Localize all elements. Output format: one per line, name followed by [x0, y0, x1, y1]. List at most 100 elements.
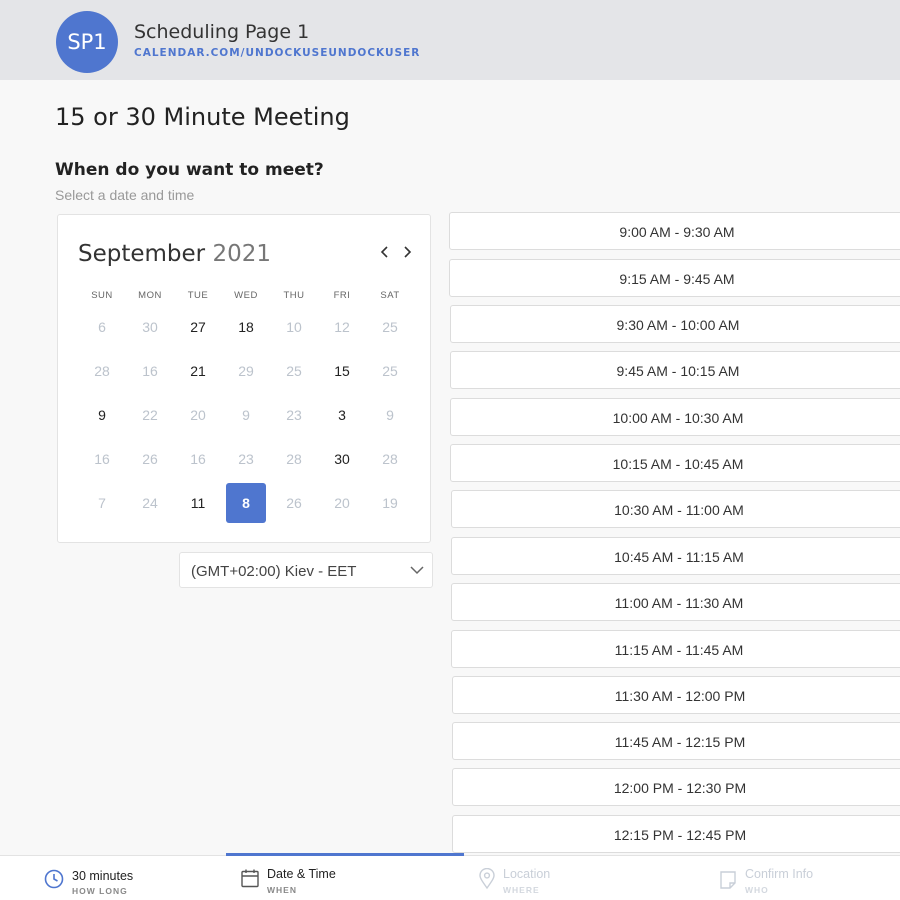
calendar-day-unavailable: 23 — [222, 437, 270, 481]
calendar-day-number: 20 — [334, 495, 350, 511]
select-date-subtitle: Select a date and time — [55, 187, 195, 203]
time-slot-button[interactable]: 11:15 AM - 11:45 AM — [451, 630, 900, 668]
time-slot-label: 9:45 AM - 10:15 AM — [616, 363, 740, 379]
timezone-value: (GMT+02:00) Kiev - EET — [191, 563, 357, 580]
time-slot-button[interactable]: 10:00 AM - 10:30 AM — [450, 398, 900, 436]
calendar-day-number: 3 — [338, 407, 346, 423]
chevron-left-icon — [380, 246, 388, 258]
calendar-day-number: 11 — [190, 495, 206, 511]
calendar-day-number: 9 — [386, 407, 394, 423]
time-slot-label: 11:00 AM - 11:30 AM — [614, 595, 744, 611]
step-confirm-info-label: Confirm Info — [745, 867, 814, 881]
calendar-day-number: 28 — [286, 451, 302, 467]
calendar-day-number: 20 — [190, 407, 206, 423]
calendar-day-selected[interactable]: 8 — [222, 481, 270, 525]
time-slot-label: 11:45 AM - 12:15 PM — [614, 734, 746, 750]
calendar-day-unavailable: 24 — [126, 481, 174, 525]
time-slot-label: 10:30 AM - 11:00 AM — [614, 502, 744, 518]
calendar-day-unavailable: 16 — [174, 437, 222, 481]
time-slot-button[interactable]: 12:15 PM - 12:45 PM — [452, 815, 900, 853]
scheduling-page-url[interactable]: CALENDAR.COM/UNDOCKUSEUNDOCKUSER — [134, 47, 420, 59]
calendar-day-available[interactable]: 30 — [318, 437, 366, 481]
calendar-day-available[interactable]: 18 — [222, 305, 270, 349]
step-location-sub: WHERE — [503, 885, 540, 895]
calendar-day-number: 25 — [286, 363, 302, 379]
calendar-day-unavailable: 25 — [270, 349, 318, 393]
time-slot-button[interactable]: 11:45 AM - 12:15 PM — [452, 722, 900, 760]
time-slot-button[interactable]: 9:00 AM - 9:30 AM — [449, 212, 900, 250]
clock-icon — [44, 869, 64, 889]
calendar-day-number: 7 — [98, 495, 106, 511]
calendar-day-number: 27 — [190, 319, 206, 335]
note-icon — [720, 871, 736, 889]
time-slot-button[interactable]: 10:45 AM - 11:15 AM — [451, 537, 900, 575]
time-slot-label: 9:15 AM - 9:45 AM — [619, 271, 735, 287]
calendar-day-number: 6 — [98, 319, 106, 335]
next-month-button[interactable] — [398, 243, 416, 261]
meeting-title: 15 or 30 Minute Meeting — [55, 103, 350, 131]
calendar-day-available[interactable]: 21 — [174, 349, 222, 393]
weekday-header: TUE — [187, 289, 209, 301]
calendar-day-number: 8 — [226, 483, 266, 523]
calendar-day-grid: SUN MON TUE WED THU FRI SAT 6 30 27 18 10 12 25 28 16 21… — [78, 285, 414, 525]
calendar-day-unavailable: 25 — [366, 305, 414, 349]
progress-steps-bar: 30 minutes HOW LONG Date & Time WHEN Loc… — [0, 853, 900, 900]
calendar-day-number: 29 — [238, 363, 254, 379]
date-picker-calendar: September 2021 SUN MON TUE WED THU FRI SAT 6 30 2… — [57, 214, 431, 543]
time-slot-label: 12:00 PM - 12:30 PM — [613, 780, 747, 796]
previous-month-button[interactable] — [376, 243, 394, 261]
calendar-month-name: September — [78, 241, 206, 267]
calendar-day-unavailable: 22 — [126, 393, 174, 437]
calendar-day-available[interactable]: 27 — [174, 305, 222, 349]
time-slot-label: 10:45 AM - 11:15 AM — [614, 549, 744, 565]
calendar-day-unavailable: 28 — [270, 437, 318, 481]
time-slot-button[interactable]: 10:30 AM - 11:00 AM — [451, 490, 900, 528]
weekday-header: THU — [283, 289, 305, 301]
calendar-day-unavailable: 26 — [270, 481, 318, 525]
calendar-day-available[interactable]: 15 — [318, 349, 366, 393]
calendar-day-number: 25 — [382, 363, 398, 379]
calendar-day-unavailable: 20 — [318, 481, 366, 525]
calendar-day-unavailable: 20 — [174, 393, 222, 437]
time-slot-button[interactable]: 9:45 AM - 10:15 AM — [450, 351, 900, 389]
calendar-day-number: 25 — [382, 319, 398, 335]
time-slot-button[interactable]: 12:00 PM - 12:30 PM — [452, 768, 900, 806]
step-location-label: Location — [503, 867, 551, 881]
timezone-select[interactable]: (GMT+02:00) Kiev - EET — [179, 552, 433, 588]
calendar-day-number: 24 — [142, 495, 158, 511]
calendar-day-number: 16 — [142, 363, 158, 379]
scheduling-page-name: Scheduling Page 1 — [134, 21, 310, 43]
calendar-day-available[interactable]: 3 — [318, 393, 366, 437]
step-duration-label: 30 minutes — [72, 869, 134, 883]
calendar-day-number: 18 — [238, 319, 254, 335]
weekday-header: FRI — [333, 289, 351, 301]
calendar-day-unavailable: 16 — [126, 349, 174, 393]
time-slot-button[interactable]: 11:30 AM - 12:00 PM — [452, 676, 900, 714]
calendar-day-available[interactable]: 9 — [78, 393, 126, 437]
calendar-icon — [241, 869, 259, 888]
calendar-day-unavailable: 9 — [222, 393, 270, 437]
calendar-day-unavailable: 9 — [366, 393, 414, 437]
calendar-day-number: 22 — [142, 407, 158, 423]
time-slot-button[interactable]: 9:30 AM - 10:00 AM — [450, 305, 900, 343]
calendar-day-number: 16 — [94, 451, 110, 467]
calendar-day-number: 26 — [286, 495, 302, 511]
calendar-day-number: 30 — [142, 319, 158, 335]
calendar-day-unavailable: 25 — [366, 349, 414, 393]
calendar-day-number: 28 — [94, 363, 110, 379]
calendar-day-unavailable: 10 — [270, 305, 318, 349]
calendar-year: 2021 — [212, 241, 271, 267]
calendar-day-number: 16 — [190, 451, 206, 467]
calendar-day-available[interactable]: 11 — [174, 481, 222, 525]
calendar-day-unavailable: 29 — [222, 349, 270, 393]
calendar-day-number: 28 — [382, 451, 398, 467]
chevron-right-icon — [404, 246, 412, 258]
time-slot-label: 11:30 AM - 12:00 PM — [614, 688, 746, 704]
time-slot-label: 12:15 PM - 12:45 PM — [613, 827, 747, 843]
calendar-day-number: 9 — [242, 407, 250, 423]
time-slot-button[interactable]: 11:00 AM - 11:30 AM — [451, 583, 900, 621]
location-pin-icon — [479, 868, 495, 890]
calendar-day-number: 15 — [334, 363, 350, 379]
time-slot-button[interactable]: 10:15 AM - 10:45 AM — [450, 444, 900, 482]
time-slot-button[interactable]: 9:15 AM - 9:45 AM — [449, 259, 900, 297]
